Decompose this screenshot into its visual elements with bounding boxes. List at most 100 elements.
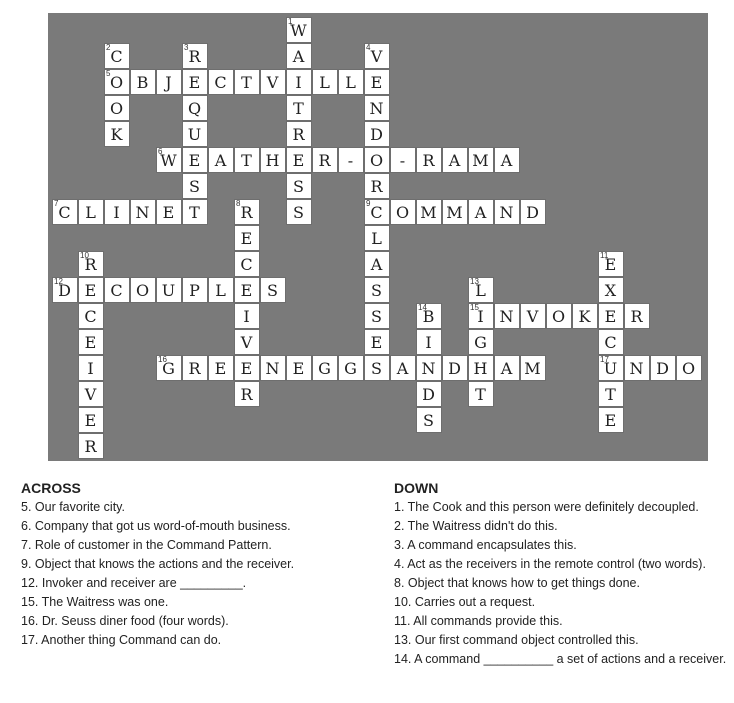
crossword-cell[interactable]: N [416, 355, 442, 381]
crossword-cell[interactable]: - [390, 147, 416, 173]
crossword-cell[interactable]: A [494, 355, 520, 381]
crossword-cell[interactable]: 5O [104, 69, 130, 95]
crossword-cell[interactable]: S [364, 355, 390, 381]
crossword-cell[interactable]: - [338, 147, 364, 173]
crossword-cell[interactable]: S [286, 199, 312, 225]
crossword-cell[interactable]: E [78, 277, 104, 303]
crossword-cell[interactable]: Q [182, 95, 208, 121]
crossword-cell[interactable]: L [208, 277, 234, 303]
crossword-cell[interactable]: I [104, 199, 130, 225]
crossword-cell[interactable]: 9C [364, 199, 390, 225]
crossword-cell[interactable]: S [260, 277, 286, 303]
crossword-cell[interactable]: O [676, 355, 702, 381]
crossword-cell[interactable]: 17 U [598, 355, 624, 381]
crossword-cell[interactable]: 12 D [52, 277, 78, 303]
crossword-cell[interactable]: E [234, 355, 260, 381]
crossword-cell[interactable]: E [208, 355, 234, 381]
crossword-cell[interactable]: C [598, 329, 624, 355]
crossword-cell[interactable]: A [442, 147, 468, 173]
crossword-cell[interactable]: T [234, 69, 260, 95]
crossword-cell[interactable]: R [286, 121, 312, 147]
crossword-cell[interactable]: R [78, 433, 104, 459]
crossword-cell[interactable]: 10 R [78, 251, 104, 277]
crossword-cell[interactable]: H [260, 147, 286, 173]
crossword-cell[interactable]: M [416, 199, 442, 225]
crossword-cell[interactable]: 11 E [598, 251, 624, 277]
crossword-cell[interactable]: R [624, 303, 650, 329]
crossword-cell[interactable]: D [364, 121, 390, 147]
crossword-cell[interactable]: 2C [104, 43, 130, 69]
crossword-cell[interactable]: O [104, 95, 130, 121]
crossword-cell[interactable]: G [338, 355, 364, 381]
crossword-cell[interactable]: N [494, 303, 520, 329]
crossword-cell[interactable]: L [338, 69, 364, 95]
crossword-cell[interactable]: E [182, 147, 208, 173]
crossword-cell[interactable]: U [182, 121, 208, 147]
crossword-cell[interactable]: S [416, 407, 442, 433]
crossword-cell[interactable]: T [598, 381, 624, 407]
crossword-cell[interactable]: O [130, 277, 156, 303]
crossword-cell[interactable]: E [234, 225, 260, 251]
crossword-cell[interactable]: I [234, 303, 260, 329]
crossword-cell[interactable]: 8R [234, 199, 260, 225]
crossword-cell[interactable]: G [468, 329, 494, 355]
crossword-cell[interactable]: K [104, 121, 130, 147]
crossword-cell[interactable]: E [364, 69, 390, 95]
crossword-cell[interactable]: 4V [364, 43, 390, 69]
crossword-cell[interactable]: A [390, 355, 416, 381]
crossword-cell[interactable]: V [520, 303, 546, 329]
crossword-cell[interactable]: B [130, 69, 156, 95]
crossword-cell[interactable]: A [364, 251, 390, 277]
crossword-cell[interactable]: E [234, 277, 260, 303]
crossword-cell[interactable]: N [260, 355, 286, 381]
crossword-cell[interactable]: E [598, 407, 624, 433]
crossword-cell[interactable]: C [208, 69, 234, 95]
crossword-cell[interactable]: T [234, 147, 260, 173]
crossword-cell[interactable]: L [364, 225, 390, 251]
crossword-cell[interactable]: 16 G [156, 355, 182, 381]
crossword-cell[interactable]: N [624, 355, 650, 381]
crossword-cell[interactable]: 7C [52, 199, 78, 225]
crossword-cell[interactable]: R [312, 147, 338, 173]
crossword-cell[interactable]: X [598, 277, 624, 303]
crossword-cell[interactable]: E [598, 303, 624, 329]
crossword-cell[interactable]: 13 L [468, 277, 494, 303]
crossword-cell[interactable]: E [78, 407, 104, 433]
crossword-cell[interactable]: A [208, 147, 234, 173]
crossword-cell[interactable]: T [182, 199, 208, 225]
crossword-cell[interactable]: V [260, 69, 286, 95]
crossword-cell[interactable]: A [468, 199, 494, 225]
crossword-cell[interactable]: I [286, 69, 312, 95]
crossword-cell[interactable]: T [286, 95, 312, 121]
crossword-cell[interactable]: N [494, 199, 520, 225]
crossword-cell[interactable]: C [78, 303, 104, 329]
crossword-cell[interactable]: V [234, 329, 260, 355]
crossword-cell[interactable]: P [182, 277, 208, 303]
crossword-cell[interactable]: E [286, 355, 312, 381]
crossword-cell[interactable]: V [78, 381, 104, 407]
crossword-cell[interactable]: C [104, 277, 130, 303]
crossword-cell[interactable]: M [520, 355, 546, 381]
crossword-cell[interactable]: 14 B [416, 303, 442, 329]
crossword-cell[interactable]: L [78, 199, 104, 225]
crossword-cell[interactable]: 15 I [468, 303, 494, 329]
crossword-cell[interactable]: D [416, 381, 442, 407]
crossword-cell[interactable]: 6W [156, 147, 182, 173]
crossword-cell[interactable]: A [494, 147, 520, 173]
crossword-cell[interactable]: O [364, 147, 390, 173]
crossword-cell[interactable]: N [364, 95, 390, 121]
crossword-cell[interactable]: J [156, 69, 182, 95]
crossword-cell[interactable]: S [286, 173, 312, 199]
crossword-cell[interactable]: R [234, 381, 260, 407]
crossword-cell[interactable]: E [364, 329, 390, 355]
crossword-cell[interactable]: D [520, 199, 546, 225]
crossword-cell[interactable]: N [130, 199, 156, 225]
crossword-cell[interactable]: H [468, 355, 494, 381]
crossword-cell[interactable]: A [286, 43, 312, 69]
crossword-cell[interactable]: S [364, 277, 390, 303]
crossword-cell[interactable]: D [442, 355, 468, 381]
crossword-cell[interactable]: E [182, 69, 208, 95]
crossword-cell[interactable]: O [390, 199, 416, 225]
crossword-cell[interactable]: E [286, 147, 312, 173]
crossword-cell[interactable]: I [78, 355, 104, 381]
